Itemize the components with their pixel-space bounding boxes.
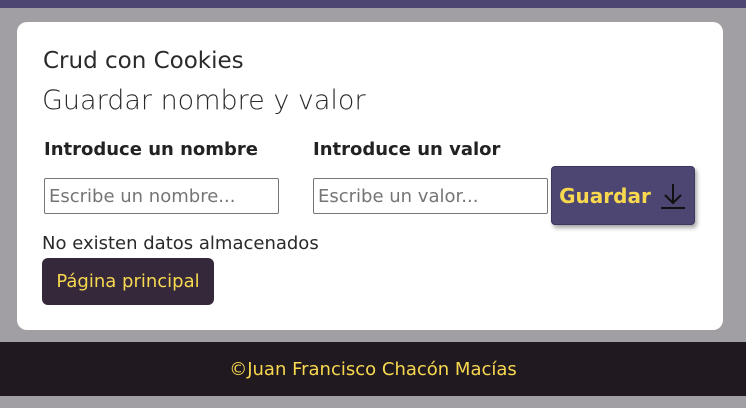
empty-data-message: No existen datos almacenados bbox=[42, 233, 319, 254]
download-arrow-icon bbox=[659, 181, 687, 211]
name-input[interactable] bbox=[44, 178, 279, 214]
main-card: Crud con Cookies Guardar nombre y valor … bbox=[17, 22, 723, 330]
value-input[interactable] bbox=[313, 178, 548, 214]
save-button-label: Guardar bbox=[559, 183, 651, 208]
footer-copyright: ©Juan Francisco Chacón Macías bbox=[229, 358, 517, 380]
home-page-button[interactable]: Página principal bbox=[42, 258, 214, 305]
section-title: Guardar nombre y valor bbox=[42, 85, 366, 116]
value-label: Introduce un valor bbox=[313, 139, 501, 160]
footer: ©Juan Francisco Chacón Macías bbox=[0, 342, 746, 396]
save-button[interactable]: Guardar bbox=[551, 166, 695, 225]
app-title: Crud con Cookies bbox=[43, 48, 244, 74]
top-bar bbox=[0, 0, 746, 8]
name-label: Introduce un nombre bbox=[44, 139, 259, 160]
